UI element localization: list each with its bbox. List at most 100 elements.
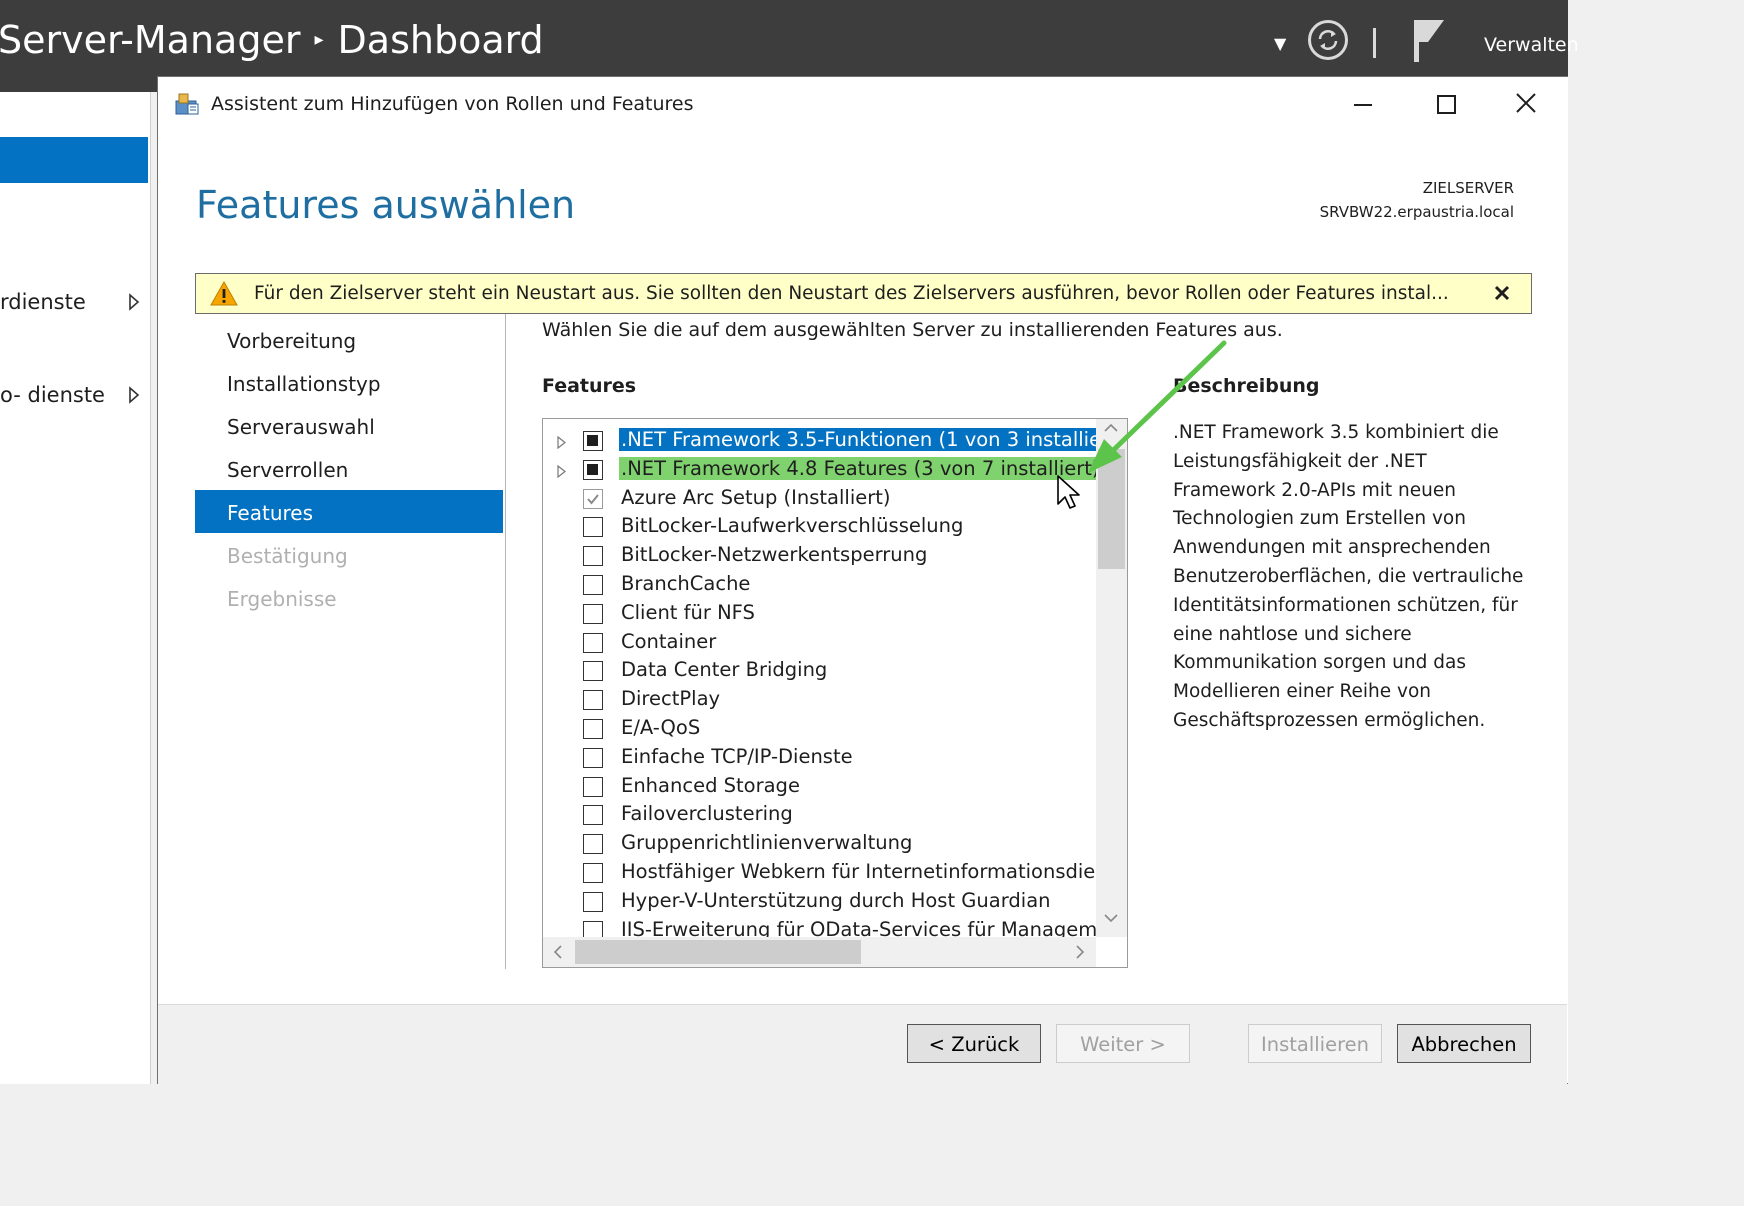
- chevron-right-icon: [129, 386, 140, 404]
- dialog-footer: < Zurück Weiter > Installieren Abbrechen: [158, 1004, 1567, 1085]
- feature-label: Hyper-V-Unterstützung durch Host Guardia…: [621, 888, 1051, 912]
- next-button: Weiter >: [1056, 1024, 1190, 1063]
- sidebar-item-label: o- dienste: [0, 383, 105, 407]
- feature-row[interactable]: Container: [543, 629, 1098, 658]
- close-icon: [1516, 93, 1536, 113]
- feature-checkbox[interactable]: [583, 431, 603, 451]
- sidebar-selected-item[interactable]: [0, 137, 148, 183]
- dialog-title: Assistent zum Hinzufügen von Rollen und …: [211, 93, 694, 115]
- nav-item-serverrollen[interactable]: Serverrollen: [227, 458, 348, 482]
- feature-label: Data Center Bridging: [621, 658, 828, 682]
- nav-item-serverauswahl[interactable]: Serverauswahl: [227, 415, 375, 439]
- feature-label: Gruppenrichtlinienverwaltung: [621, 831, 913, 855]
- feature-label: Hostfähiger Webkern für Internetinformat…: [621, 860, 1128, 883]
- toolbar-divider: [1373, 28, 1376, 58]
- scroll-right-icon[interactable]: [1075, 945, 1085, 959]
- scroll-down-icon[interactable]: [1104, 913, 1118, 923]
- cancel-button[interactable]: Abbrechen: [1397, 1024, 1531, 1063]
- pending-restart-warning: Für den Zielserver steht ein Neustart au…: [195, 273, 1532, 314]
- install-button: Installieren: [1248, 1024, 1382, 1063]
- manage-menu[interactable]: Verwalten: [1484, 34, 1579, 56]
- feature-label: Client für NFS: [621, 600, 755, 624]
- feature-label: .NET Framework 3.5-Funktionen (1 von 3 i…: [619, 428, 1127, 451]
- features-tree[interactable]: .NET Framework 3.5-Funktionen (1 von 3 i…: [542, 418, 1128, 968]
- vertical-scrollbar[interactable]: [1096, 419, 1127, 937]
- nav-item-installationstyp[interactable]: Installationstyp: [227, 372, 381, 396]
- chevron-down-icon[interactable]: ▼: [1274, 34, 1286, 53]
- refresh-icon[interactable]: [1308, 20, 1348, 60]
- feature-row[interactable]: Azure Arc Setup (Installiert): [543, 485, 1098, 514]
- nav-item-vorbereitung[interactable]: Vorbereitung: [227, 329, 356, 353]
- feature-checkbox[interactable]: [583, 805, 603, 826]
- feature-row[interactable]: Gruppenrichtlinienverwaltung: [543, 830, 1098, 859]
- feature-row[interactable]: BitLocker-Netzwerkentsperrung: [543, 542, 1098, 571]
- target-server-name: SRVBW22.erpaustria.local: [1319, 203, 1514, 221]
- breadcrumb-separator: ▸: [314, 29, 324, 50]
- expand-arrow-icon[interactable]: [557, 436, 566, 449]
- horizontal-scrollbar[interactable]: [543, 937, 1096, 967]
- feature-checkbox[interactable]: [583, 603, 603, 624]
- feature-checkbox[interactable]: [583, 863, 603, 883]
- feature-label: BitLocker-Netzwerkentsperrung: [621, 543, 928, 567]
- feature-checkbox: [583, 488, 603, 509]
- feature-label: Container: [621, 629, 717, 653]
- page-title: Dashboard: [337, 18, 544, 62]
- feature-row[interactable]: Failoverclustering: [543, 801, 1098, 830]
- sidebar-item-label: rdienste: [0, 290, 86, 314]
- add-roles-wizard-dialog: Assistent zum Hinzufügen von Rollen und …: [157, 76, 1568, 1085]
- checkmark-icon: [587, 493, 599, 505]
- feature-row[interactable]: Enhanced Storage: [543, 773, 1098, 802]
- expand-arrow-icon[interactable]: [557, 464, 566, 478]
- feature-checkbox[interactable]: [583, 517, 603, 538]
- target-server-label: ZIELSERVER: [1422, 179, 1514, 197]
- horizontal-scroll-thumb[interactable]: [575, 940, 861, 964]
- sidebar-item[interactable]: o- dienste: [0, 383, 140, 407]
- feature-checkbox[interactable]: [583, 575, 603, 595]
- feature-row[interactable]: .NET Framework 4.8 Features (3 von 7 ins…: [543, 456, 1102, 485]
- feature-row[interactable]: Client für NFS: [543, 600, 1098, 629]
- feature-row[interactable]: Data Center Bridging: [543, 657, 1098, 686]
- server-manager-sidebar: rdienste o- dienste: [0, 92, 151, 1084]
- feature-checkbox[interactable]: [583, 690, 603, 711]
- back-button[interactable]: < Zurück: [907, 1024, 1041, 1063]
- feature-row[interactable]: Einfache TCP/IP-Dienste: [543, 744, 1098, 773]
- minimize-button[interactable]: [1346, 87, 1382, 119]
- feature-checkbox[interactable]: [583, 747, 603, 768]
- feature-row[interactable]: BranchCache: [543, 571, 1098, 600]
- wizard-icon: [175, 93, 199, 115]
- feature-label: DirectPlay: [621, 687, 721, 711]
- feature-row[interactable]: .NET Framework 3.5-Funktionen (1 von 3 i…: [543, 427, 1127, 456]
- scroll-left-icon[interactable]: [553, 945, 563, 959]
- feature-label: BranchCache: [621, 572, 751, 595]
- feature-checkbox[interactable]: [583, 776, 603, 797]
- feature-row[interactable]: E/A-QoS: [543, 715, 1098, 744]
- feature-row[interactable]: DirectPlay: [543, 686, 1098, 715]
- close-button[interactable]: [1508, 87, 1544, 119]
- feature-checkbox[interactable]: [583, 632, 603, 653]
- breadcrumb: Server-Manager ▸ Dashboard: [0, 18, 544, 62]
- feature-checkbox[interactable]: [583, 834, 603, 855]
- feature-checkbox[interactable]: [583, 891, 603, 912]
- page-heading: Features auswählen: [196, 183, 576, 227]
- feature-row[interactable]: Hostfähiger Webkern für Internetinformat…: [543, 859, 1127, 888]
- sidebar-item[interactable]: rdienste: [0, 290, 140, 314]
- feature-checkbox[interactable]: [583, 719, 603, 739]
- feature-label: Failoverclustering: [621, 802, 793, 826]
- mouse-cursor-icon: [1057, 475, 1080, 509]
- nav-item-bestaetigung: Bestätigung: [227, 544, 348, 568]
- feature-checkbox[interactable]: [583, 459, 603, 480]
- notification-flag-icon[interactable]: [1410, 18, 1446, 64]
- feature-label: .NET Framework 4.8 Features (3 von 7 ins…: [619, 456, 1102, 480]
- dismiss-warning-icon[interactable]: [1492, 283, 1512, 303]
- annotation-arrow-icon: [1088, 340, 1227, 473]
- features-label: Features: [542, 375, 637, 397]
- feature-checkbox[interactable]: [583, 661, 603, 682]
- nav-item-ergebnisse: Ergebnisse: [227, 587, 337, 611]
- feature-row[interactable]: Hyper-V-Unterstützung durch Host Guardia…: [543, 888, 1098, 917]
- feature-label: Einfache TCP/IP-Dienste: [621, 744, 853, 768]
- maximize-button[interactable]: [1428, 87, 1464, 119]
- warning-icon: [210, 281, 238, 306]
- feature-checkbox[interactable]: [583, 546, 603, 567]
- nav-item-features[interactable]: Features: [227, 501, 313, 525]
- feature-row[interactable]: BitLocker-Laufwerkverschlüsselung: [543, 513, 1098, 542]
